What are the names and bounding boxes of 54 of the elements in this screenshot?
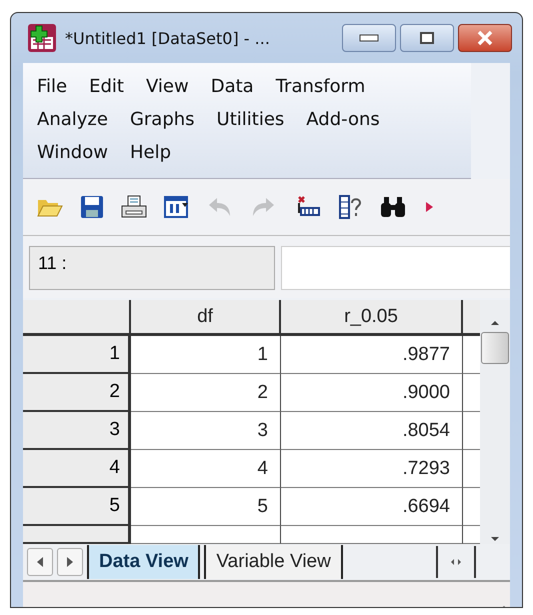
menu-item[interactable]: File [37, 71, 68, 102]
row-header[interactable]: 2 [23, 374, 131, 412]
row-header[interactable]: 5 [23, 488, 131, 526]
menu-item[interactable]: Window [37, 137, 108, 168]
menu-item[interactable]: Graphs [130, 104, 195, 135]
row-header[interactable]: 1 [23, 336, 131, 374]
maximize-button[interactable] [400, 24, 454, 52]
menu-item[interactable]: Data [210, 71, 254, 102]
save-icon[interactable] [80, 195, 104, 219]
menu-item[interactable]: Edit [89, 71, 124, 102]
table-cell: .7293 [281, 450, 463, 488]
close-button[interactable] [458, 24, 512, 52]
minimize-icon [358, 33, 380, 43]
table-cell: 5 [131, 488, 281, 526]
maximize-icon [419, 31, 435, 45]
row-header[interactable] [23, 526, 131, 544]
printer-icon[interactable] [121, 195, 147, 219]
scroll-right-button[interactable] [57, 548, 83, 576]
table-cell: 1 [131, 336, 281, 374]
table-cell: .9877 [281, 336, 463, 374]
close-icon [475, 30, 495, 46]
minimize-button[interactable] [342, 24, 396, 52]
app-icon [27, 23, 57, 53]
sheet-tab[interactable]: Data View [87, 545, 200, 579]
right-arrow-icon [65, 555, 75, 569]
menu-item[interactable]: Transform [276, 71, 366, 102]
table-cell: .8054 [281, 412, 463, 450]
dialog-icon[interactable] [164, 195, 190, 219]
horizontal-scrollbar[interactable] [436, 546, 476, 578]
scrollbar-thumb[interactable] [481, 332, 509, 364]
menu-item[interactable]: Add-ons [306, 104, 380, 135]
menu-item[interactable]: Help [130, 137, 172, 168]
column-header[interactable] [463, 300, 480, 336]
left-arrow-icon [35, 555, 45, 569]
row-header[interactable]: 4 [23, 450, 131, 488]
menu-item[interactable]: View [146, 71, 189, 102]
table-cell: .9000 [281, 374, 463, 412]
menu-item[interactable]: Utilities [216, 104, 284, 135]
table-cell: 3 [131, 412, 281, 450]
cell-value-field[interactable] [281, 246, 510, 290]
menu-item[interactable]: Analyze [37, 104, 108, 135]
table-cell: 2 [131, 374, 281, 412]
column-header[interactable]: r_0.05 [281, 300, 463, 336]
vertical-scrollbar[interactable] [480, 300, 510, 544]
scroll-left-button[interactable] [27, 548, 53, 576]
column-header[interactable]: df [131, 300, 281, 336]
table-cell: 4 [131, 450, 281, 488]
variables-icon[interactable] [338, 194, 362, 220]
binoculars-icon[interactable] [379, 195, 407, 219]
table-cell: .6694 [281, 488, 463, 526]
window-title: *Untitled1 [DataSet0] - ... [65, 28, 271, 48]
sheet-tab[interactable]: Variable View [204, 545, 343, 579]
cell-reference: 11 : [29, 246, 275, 290]
row-header[interactable]: 3 [23, 412, 131, 450]
